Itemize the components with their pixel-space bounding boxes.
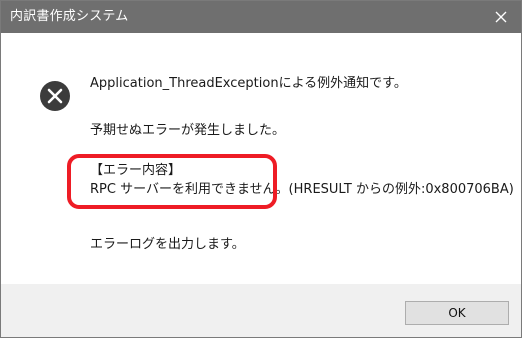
error-x-circle-icon — [40, 81, 70, 111]
window-title: 内訳書作成システム — [10, 9, 129, 24]
unexpected-error-text: 予期せぬエラーが発生しました。 — [90, 123, 286, 138]
ok-button[interactable]: OK — [405, 301, 509, 325]
log-output-text: エラーログを出力します。 — [90, 237, 245, 252]
exception-headline: Application_ThreadExceptionによる例外通知です。 — [90, 76, 407, 91]
title-bar[interactable]: 内訳書作成システム — [1, 1, 521, 33]
close-button[interactable] — [481, 1, 521, 33]
error-dialog: 内訳書作成システム Application_ThreadExceptionによる… — [0, 0, 522, 338]
close-icon — [495, 11, 507, 23]
error-detail-text: RPC サーバーを利用できません。(HRESULT からの例外:0x800706… — [90, 182, 514, 197]
error-detail-header: 【エラー内容】 — [90, 163, 182, 178]
